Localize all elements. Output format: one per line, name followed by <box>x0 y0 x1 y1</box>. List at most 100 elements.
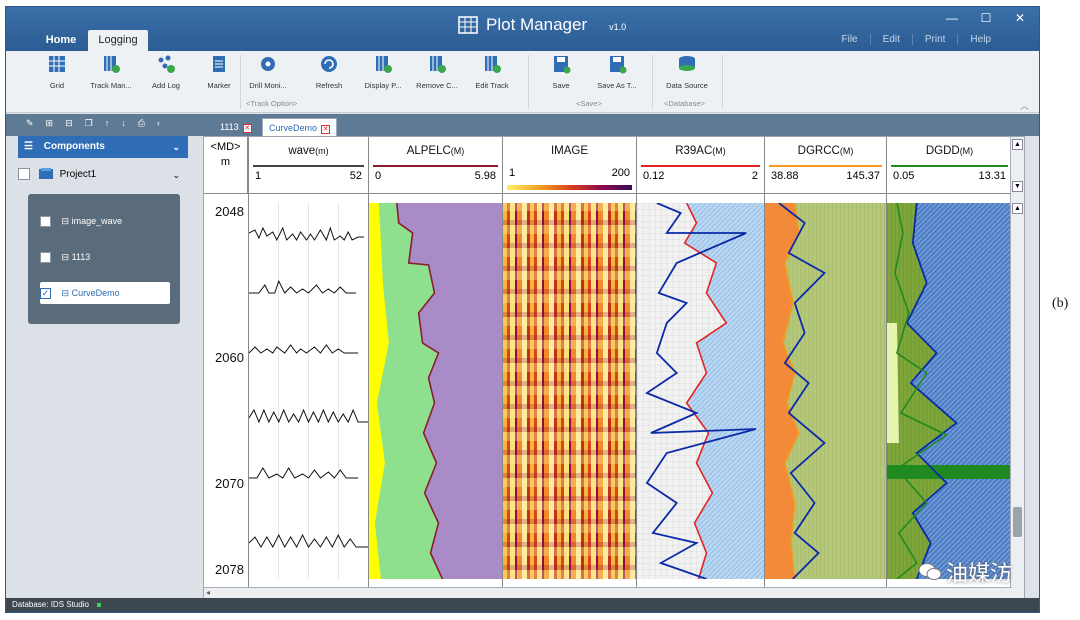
save-as-icon <box>610 56 627 74</box>
scroll-up-icon[interactable]: ▲ <box>1012 139 1023 150</box>
delete-icon[interactable]: ⊟ <box>65 118 73 129</box>
close-tab-icon[interactable]: ✕ <box>242 124 252 133</box>
chevron-down-icon[interactable]: ⌄ <box>172 136 180 158</box>
save-button[interactable]: Save <box>546 54 576 90</box>
display-properties-icon <box>376 56 392 73</box>
copy-icon[interactable]: ❐ <box>85 118 93 129</box>
title-bar: Plot Manager v1.0 — ☐ ✕ File Edit Print … <box>6 7 1039 51</box>
remove-curve-label: Remove C... <box>416 81 458 90</box>
components-header[interactable]: ☰ Components ⌄ <box>18 136 188 158</box>
edit-track-button[interactable]: Edit Track <box>470 54 514 90</box>
add-log-button[interactable]: Add Log <box>146 54 186 90</box>
depth-label: 2078 <box>215 562 244 577</box>
save-as-template-button[interactable]: Save As T... <box>594 54 640 90</box>
menu-help[interactable]: Help <box>957 34 1003 45</box>
print-icon[interactable]: ⎙ <box>138 118 145 129</box>
status-indicator <box>97 603 102 607</box>
project-checkbox[interactable] <box>18 168 30 181</box>
depth-label: 2060 <box>215 350 244 365</box>
tab-home[interactable]: Home <box>36 30 86 51</box>
menu-print[interactable]: Print <box>911 34 958 45</box>
track-alpelc[interactable]: ALPELC(M) 0 5.98 <box>368 137 502 599</box>
track-r39ac[interactable]: R39AC(M) 0.12 2 <box>636 137 764 599</box>
alpelc-curve <box>369 203 502 579</box>
track-dgrcc[interactable]: DGRCC(M) 38.88 145.37 <box>764 137 886 599</box>
status-bar: Database: IDS Studio <box>6 598 1039 612</box>
scroll-down-icon[interactable]: ▼ <box>1012 181 1023 192</box>
doc-tab-1113[interactable]: 1113 ✕ <box>214 118 258 136</box>
marker-label: Marker <box>207 81 231 90</box>
track-title: ALPELC(M) <box>406 145 465 157</box>
track-color-line <box>891 165 1008 167</box>
vertical-scrollbar[interactable]: ▲ ▼ ▲ <box>1010 137 1024 599</box>
wave-curve <box>249 203 368 579</box>
doc-tab-label: CurveDemo <box>269 123 318 133</box>
track-header: IMAGE 1 200 <box>503 137 636 194</box>
drill-monitor-button[interactable]: Drill Moni... <box>246 54 290 90</box>
track-dgdd[interactable]: DGDD(M) 0.05 13.31 <box>886 137 1012 599</box>
close-button[interactable]: ✕ <box>1005 9 1035 27</box>
menu-file[interactable]: File <box>830 34 870 45</box>
remove-curve-icon <box>430 56 446 73</box>
list-item-image-wave[interactable]: ⊟ image_wave <box>40 210 170 232</box>
database-group-label: <Database> <box>664 99 705 108</box>
components-title: Components <box>43 141 105 152</box>
display-properties-button[interactable]: Display P... <box>360 54 406 90</box>
ribbon-collapse-icon[interactable]: ︿ <box>1020 99 1029 112</box>
menu-edit[interactable]: Edit <box>869 34 912 45</box>
grid-icon <box>49 56 65 72</box>
project-row[interactable]: Project1 ⌄ <box>18 164 188 186</box>
data-source-button[interactable]: Data Source <box>662 54 712 90</box>
display-properties-label: Display P... <box>364 81 402 90</box>
track-title: wave(m) <box>288 145 329 157</box>
minimize-button[interactable]: — <box>937 9 967 27</box>
item-label: image_wave <box>71 216 123 226</box>
scroll-up-icon[interactable]: ▲ <box>1012 203 1023 214</box>
refresh-label: Refresh <box>315 81 343 90</box>
scroll-thumb[interactable] <box>1013 507 1022 537</box>
doc-tab-curvedemo[interactable]: CurveDemo ✕ <box>262 118 338 136</box>
list-item-curvedemo[interactable]: ✓ ⊟ CurveDemo <box>40 282 170 304</box>
data-source-label: Data Source <box>666 81 708 90</box>
item-checkbox-checked[interactable]: ✓ <box>40 288 51 300</box>
list-icon: ☰ <box>24 141 33 152</box>
refresh-button[interactable]: Refresh <box>312 54 346 90</box>
scroll-left-icon[interactable]: ◂ <box>206 588 210 597</box>
track-option-group-label: <Track Option> <box>246 99 298 108</box>
add-log-label: Add Log <box>152 81 180 90</box>
edit-track-icon <box>485 56 501 73</box>
tab-logging[interactable]: Logging <box>88 30 148 51</box>
track-title: IMAGE <box>550 145 589 157</box>
save-icon <box>554 56 571 74</box>
plot-icon: ⊟ <box>61 252 70 262</box>
close-tab-icon[interactable]: ✕ <box>321 125 331 134</box>
item-label: 1113 <box>71 252 91 262</box>
depth-header: <MD> m <box>204 137 248 194</box>
item-checkbox[interactable] <box>40 252 51 264</box>
list-item-1113[interactable]: ⊟ 1113 <box>40 246 170 268</box>
add-icon[interactable]: ⊞ <box>46 118 54 129</box>
item-checkbox[interactable] <box>40 216 51 228</box>
marker-button[interactable]: Marker <box>202 54 236 90</box>
move-down-icon[interactable]: ↓ <box>121 118 126 129</box>
track-image[interactable]: IMAGE 1 200 <box>502 137 636 599</box>
image-colorbar <box>507 185 632 190</box>
edit-icon[interactable]: ✎ <box>26 118 34 129</box>
save-label: Save <box>552 81 570 90</box>
grid-button[interactable]: Grid <box>42 54 72 90</box>
group-separator <box>722 55 723 109</box>
remove-curve-button[interactable]: Remove C... <box>414 54 460 90</box>
refresh-icon <box>321 56 337 72</box>
log-plot[interactable]: <MD> m 2048 2060 2070 2078 wave(m) 1 52 <box>203 136 1025 600</box>
sidebar-tools: ✎ ⊞ ⊟ ❐ ↑ ↓ ⎙ ‹ <box>26 118 160 129</box>
track-manager-button[interactable]: Track Man... <box>86 54 136 90</box>
collapse-left-icon[interactable]: ‹ <box>157 118 160 129</box>
project-items-panel: ⊟ image_wave ⊟ 1113 ✓ ⊟ CurveDemo <box>28 194 180 324</box>
menu-bar: File Edit Print Help <box>830 34 1004 45</box>
maximize-button[interactable]: ☐ <box>971 9 1001 27</box>
move-up-icon[interactable]: ↑ <box>105 118 110 129</box>
track-wave[interactable]: wave(m) 1 52 <box>248 137 368 599</box>
plot-icon: ⊟ <box>61 288 70 298</box>
track-min: 0.12 <box>643 170 665 182</box>
chevron-down-icon[interactable]: ⌄ <box>172 164 180 186</box>
